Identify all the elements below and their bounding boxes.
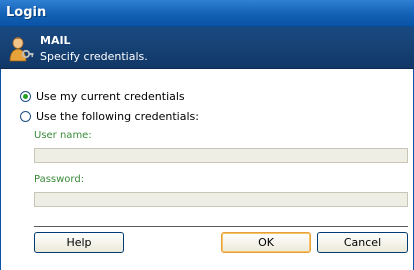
window-title: Login [6, 5, 47, 20]
header-band: MAIL Specify credentials. [0, 27, 414, 69]
cancel-button[interactable]: Cancel [317, 232, 408, 253]
password-label: Password: [34, 174, 85, 185]
username-field[interactable] [34, 148, 408, 163]
password-field[interactable] [34, 192, 408, 207]
radio-current-label[interactable]: Use my current credentials [36, 90, 185, 103]
credentials-panel: Use my current credentials Use the follo… [0, 69, 414, 270]
login-dialog: Login MAIL Specify credentials. Use my c… [0, 0, 414, 270]
radio-current-indicator[interactable] [20, 90, 31, 102]
ok-button[interactable]: OK [221, 232, 311, 253]
title-bar[interactable]: Login [0, 0, 414, 27]
radio-current-credentials[interactable]: Use my current credentials [20, 89, 185, 103]
button-separator [34, 226, 408, 227]
user-key-icon [9, 37, 34, 62]
radio-following-indicator[interactable] [20, 110, 31, 122]
header-subtitle: Specify credentials. [40, 50, 148, 63]
radio-following-credentials[interactable]: Use the following credentials: [20, 109, 199, 123]
header-title: MAIL [40, 34, 71, 47]
username-label: User name: [34, 130, 92, 141]
radio-following-label[interactable]: Use the following credentials: [36, 110, 199, 123]
help-button[interactable]: Help [34, 232, 124, 253]
